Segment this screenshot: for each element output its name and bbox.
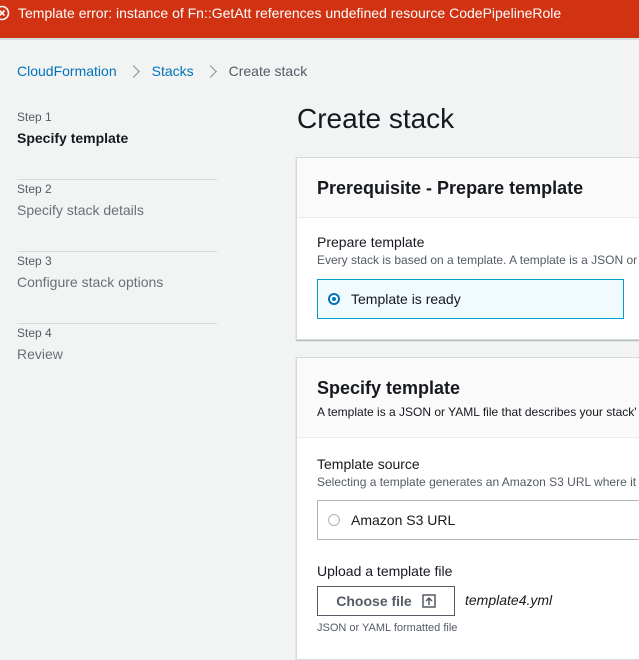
upload-label: Upload a template file [317,563,453,579]
panel-header: Specify template A template is a JSON or… [297,358,639,438]
radio-selected-icon [328,293,340,305]
divider [0,38,639,40]
step-2: Step 2 Specify stack details [17,180,217,252]
specify-template-panel: Specify template A template is a JSON or… [296,357,639,660]
panel-header: Prerequisite - Prepare template [297,158,639,218]
error-message: Template error: instance of Fn::GetAtt r… [18,5,562,21]
option-label: Template is ready [351,291,461,307]
step-title: Configure stack options [17,274,164,290]
step-number: Step 4 [17,326,52,340]
error-icon [0,5,10,21]
amazon-s3-url-option[interactable]: Amazon S3 URL [317,500,639,540]
breadcrumb-stacks[interactable]: Stacks [152,63,194,79]
error-banner: Template error: instance of Fn::GetAtt r… [0,0,639,38]
step-number: Step 2 [17,182,52,196]
step-number: Step 3 [17,254,52,268]
option-label: Amazon S3 URL [351,512,456,528]
radio-unselected-icon [328,514,340,526]
breadcrumb-cloudformation[interactable]: CloudFormation [17,63,117,79]
breadcrumb-current: Create stack [228,63,308,79]
step-1: Step 1 Specify template [17,108,217,180]
prepare-template-field: Prepare template Every stack is based on… [317,234,637,267]
step-title: Specify stack details [17,202,144,218]
template-ready-option[interactable]: Template is ready [317,279,624,319]
panel-title: Prerequisite - Prepare template [317,178,584,198]
prerequisite-panel: Prerequisite - Prepare template Prepare … [296,157,639,340]
breadcrumb: CloudFormation Stacks Create stack [17,63,307,79]
chevron-right-icon [126,64,140,78]
panel-title: Specify template [317,378,461,398]
choose-file-button[interactable]: Choose file [317,586,455,616]
panel-description: A template is a JSON or YAML file that d… [317,405,637,419]
field-label: Template source [317,456,420,472]
step-title: Review [17,346,63,362]
chevron-right-icon [203,64,217,78]
template-source-field: Template source Selecting a template gen… [317,456,636,489]
button-label: Choose file [336,593,412,609]
field-description: Selecting a template generates an Amazon… [317,475,637,489]
page-title: Create stack [297,103,455,134]
step-title: Specify template [17,130,129,146]
step-4: Step 4 Review [17,324,217,396]
field-description: Every stack is based on a template. A te… [317,253,638,267]
step-3: Step 3 Configure stack options [17,252,217,324]
wizard-steps: Step 1 Specify template Step 2 Specify s… [17,108,217,396]
upload-icon [421,594,436,608]
field-label: Prepare template [317,234,425,250]
file-constraint-text: JSON or YAML formatted file [317,622,458,634]
step-number: Step 1 [17,110,52,124]
selected-file-name: template4.yml [465,592,553,608]
